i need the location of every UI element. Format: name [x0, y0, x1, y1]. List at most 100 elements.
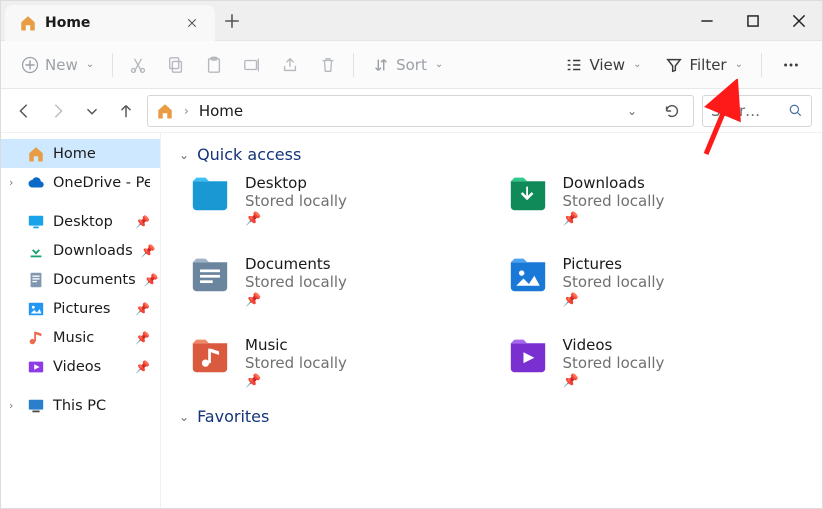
minimize-button[interactable] — [684, 1, 730, 40]
new-tab-button[interactable] — [215, 1, 249, 40]
pin-icon: 📌 — [141, 244, 156, 258]
sidebar-item-home[interactable]: Home — [1, 139, 160, 168]
paste-button[interactable] — [197, 49, 231, 81]
pin-icon: 📌 — [245, 293, 347, 308]
titlebar-drag-area[interactable] — [249, 1, 684, 40]
folder-icon — [507, 336, 549, 374]
view-button[interactable]: View ⌄ — [555, 49, 651, 81]
maximize-button[interactable] — [730, 1, 776, 40]
address-row: › Home ⌄ Sear… — [1, 89, 822, 133]
filter-label: Filter — [689, 56, 726, 74]
section-title: Favorites — [197, 407, 269, 426]
expand-icon[interactable]: › — [9, 399, 13, 412]
sidebar-item-videos[interactable]: Videos 📌 — [1, 352, 160, 381]
sidebar-item-label: Documents — [53, 272, 136, 288]
sort-label: Sort — [396, 56, 427, 74]
search-placeholder: Sear… — [711, 102, 782, 120]
cut-button[interactable] — [121, 49, 155, 81]
delete-button[interactable] — [311, 49, 345, 81]
toolbar: New ⌄ Sort ⌄ View ⌄ Filter ⌄ — [1, 41, 822, 89]
pin-icon: 📌 — [563, 212, 665, 227]
pc-icon — [27, 397, 45, 415]
quick-access-item[interactable]: DesktopStored locally📌 — [189, 174, 487, 227]
home-icon — [19, 14, 37, 32]
expand-icon[interactable]: › — [9, 176, 13, 189]
folder-icon — [189, 174, 231, 212]
up-button[interactable] — [113, 98, 139, 124]
sidebar-item-label: Pictures — [53, 301, 110, 317]
new-button[interactable]: New ⌄ — [11, 49, 104, 81]
tab-close-button[interactable] — [183, 14, 201, 32]
filter-button[interactable]: Filter ⌄ — [655, 49, 753, 81]
sidebar-item-label: Downloads — [53, 243, 133, 259]
close-window-button[interactable] — [776, 1, 822, 40]
sidebar-item-onedrive[interactable]: › OneDrive - Personal — [1, 168, 160, 197]
sidebar-item-desktop[interactable]: Desktop 📌 — [1, 207, 160, 236]
sidebar-item-label: This PC — [53, 398, 106, 414]
chevron-down-icon: ⌄ — [86, 59, 94, 70]
more-options-button[interactable] — [770, 49, 812, 81]
quick-access-grid: DesktopStored locally📌DownloadsStored lo… — [179, 174, 804, 389]
new-button-label: New — [45, 56, 78, 74]
section-header-favorites[interactable]: ⌄ Favorites — [179, 407, 804, 426]
sidebar-item-thispc[interactable]: › This PC — [1, 391, 160, 420]
item-subtitle: Stored locally — [245, 273, 347, 291]
quick-access-item[interactable]: MusicStored locally📌 — [189, 336, 487, 389]
sidebar-item-downloads[interactable]: Downloads 📌 — [1, 236, 160, 265]
folder-icon — [189, 255, 231, 293]
rename-button[interactable] — [235, 49, 269, 81]
sidebar-item-label: OneDrive - Personal — [53, 175, 150, 191]
item-subtitle: Stored locally — [245, 192, 347, 210]
quick-access-item[interactable]: DownloadsStored locally 📌 — [507, 174, 805, 227]
item-subtitle: Stored locally — [563, 273, 665, 291]
folder-icon — [189, 336, 231, 374]
chevron-down-icon: ⌄ — [179, 410, 189, 424]
quick-access-item[interactable]: VideosStored locally📌 — [507, 336, 805, 389]
section-title: Quick access — [197, 145, 301, 164]
quick-access-item[interactable]: DocumentsStored locally 📌 — [189, 255, 487, 308]
recent-locations-button[interactable] — [79, 98, 105, 124]
item-name: Documents — [245, 255, 347, 273]
section-header-quickaccess[interactable]: ⌄ Quick access — [179, 145, 804, 164]
item-name: Downloads — [563, 174, 665, 192]
videos-icon — [27, 358, 45, 376]
chevron-down-icon: ⌄ — [435, 59, 443, 70]
content-pane: ⌄ Quick access DesktopStored locally📌Dow… — [161, 133, 822, 508]
folder-icon — [507, 174, 549, 212]
pin-icon: 📌 — [245, 374, 347, 389]
pin-icon: 📌 — [135, 302, 150, 316]
forward-button[interactable] — [45, 98, 71, 124]
chevron-right-icon: › — [184, 104, 189, 118]
window-controls — [684, 1, 822, 40]
sidebar-item-label: Videos — [53, 359, 101, 375]
share-button[interactable] — [273, 49, 307, 81]
sidebar-item-documents[interactable]: Documents 📌 — [1, 265, 160, 294]
home-icon — [27, 145, 45, 163]
title-bar: Home — [1, 1, 822, 41]
pin-icon: 📌 — [135, 215, 150, 229]
item-subtitle: Stored locally — [563, 192, 665, 210]
item-subtitle: Stored locally — [563, 354, 665, 372]
address-dropdown-button[interactable]: ⌄ — [621, 104, 643, 118]
item-name: Pictures — [563, 255, 665, 273]
sidebar-item-music[interactable]: Music 📌 — [1, 323, 160, 352]
address-bar[interactable]: › Home ⌄ — [147, 95, 694, 127]
search-input[interactable]: Sear… — [702, 95, 812, 127]
item-name: Desktop — [245, 174, 347, 192]
copy-button[interactable] — [159, 49, 193, 81]
back-button[interactable] — [11, 98, 37, 124]
chevron-down-icon: ⌄ — [633, 59, 641, 70]
download-icon — [27, 242, 45, 260]
cloud-icon — [27, 174, 45, 192]
tab-title: Home — [45, 15, 175, 31]
sort-button[interactable]: Sort ⌄ — [362, 49, 453, 81]
body: Home › OneDrive - Personal Desktop 📌 Dow… — [1, 133, 822, 508]
window-tab-home[interactable]: Home — [5, 5, 215, 41]
quick-access-item[interactable]: PicturesStored locally📌 — [507, 255, 805, 308]
pin-icon: 📌 — [144, 273, 159, 287]
sidebar-item-label: Home — [53, 146, 96, 162]
item-name: Videos — [563, 336, 665, 354]
sidebar-item-pictures[interactable]: Pictures 📌 — [1, 294, 160, 323]
breadcrumb-home[interactable]: Home — [199, 102, 243, 120]
refresh-button[interactable] — [653, 102, 685, 120]
